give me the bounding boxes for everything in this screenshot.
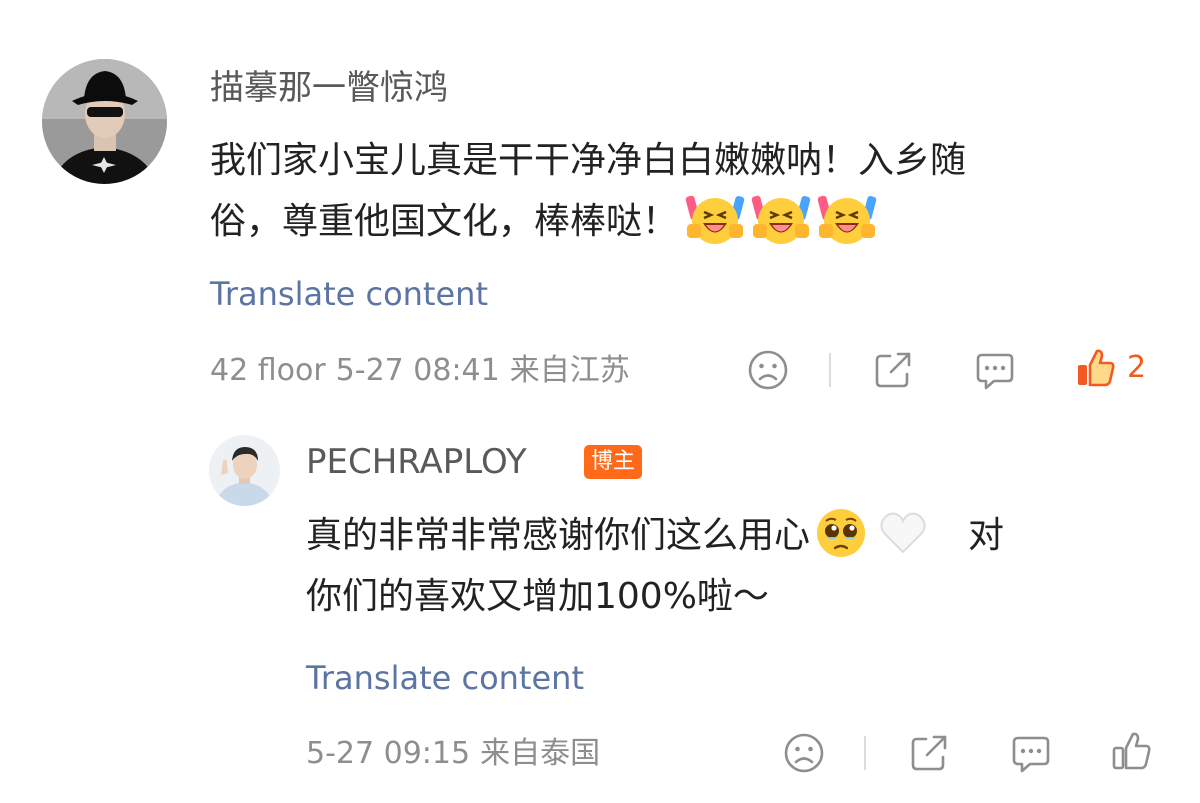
avatar[interactable]	[209, 435, 280, 506]
sad-face-icon	[748, 350, 788, 390]
reply-username[interactable]: PECHRAPLOY	[306, 442, 527, 482]
white-heart-emoji	[878, 508, 928, 558]
laughing-crying-emoji	[816, 190, 878, 248]
reply-meta: 5-27 09:15 来自泰国	[306, 736, 600, 772]
comment-icon	[976, 353, 1014, 390]
thumbs-up-icon	[1112, 732, 1151, 770]
weibo-comment-thread: 描摹那一瞥惊鸿 我们家小宝儿真是干干净净白白嫩嫩呐！入乡随 俗，尊重他国文化，棒…	[0, 0, 1200, 803]
like-count: 2	[1127, 350, 1147, 385]
pleading-face-emoji	[814, 506, 868, 560]
reply-text-line2: 你们的喜欢又增加100%啦～	[306, 576, 769, 617]
translate-content-link[interactable]: Translate content	[210, 274, 488, 314]
comment-meta: 42 floor 5-27 08:41 来自江苏	[210, 353, 630, 389]
avatar[interactable]	[42, 59, 167, 184]
like-button[interactable]: 2	[1075, 347, 1146, 389]
location: 来自江苏	[509, 353, 630, 388]
laughing-crying-emoji	[684, 190, 746, 248]
comment-button[interactable]	[1010, 734, 1052, 774]
comment-text-line2: 俗，尊重他国文化，棒棒哒！	[210, 191, 1170, 252]
author-badge: 博主	[584, 445, 643, 479]
thumbs-up-icon	[1078, 349, 1115, 387]
timestamp: 5-27 08:41	[335, 353, 500, 388]
divider	[829, 353, 831, 387]
location: 来自泰国	[480, 736, 601, 771]
comment-username[interactable]: 描摹那一瞥惊鸿	[210, 68, 448, 108]
comment-text-line1: 我们家小宝儿真是干干净净白白嫩嫩呐！入乡随	[210, 140, 967, 181]
reply-text-line1: 真的非常非常感谢你们这么用心 对	[306, 505, 1166, 566]
react-button[interactable]	[747, 349, 789, 391]
comment-content: 我们家小宝儿真是干干净净白白嫩嫩呐！入乡随 俗，尊重他国文化，棒棒哒！	[210, 130, 1170, 252]
share-icon	[911, 735, 947, 771]
comment-text-line2-text: 俗，尊重他国文化，棒棒哒！	[210, 201, 679, 242]
reply-text-line1-part2: 对	[968, 515, 1005, 556]
comment-button[interactable]	[974, 351, 1016, 391]
like-button[interactable]	[1111, 730, 1153, 772]
share-icon	[875, 352, 911, 388]
share-button[interactable]	[909, 733, 951, 773]
sad-face-icon	[784, 733, 824, 773]
floor-label: 42 floor	[210, 353, 326, 388]
share-button[interactable]	[873, 350, 915, 390]
divider	[864, 736, 866, 770]
comment-icon	[1012, 736, 1050, 773]
reply-content: 真的非常非常感谢你们这么用心 对 你们的喜欢又增加100%啦～	[306, 505, 1166, 627]
laughing-crying-emoji	[750, 190, 812, 248]
timestamp: 5-27 09:15	[306, 736, 471, 771]
reply-text-line1-part1: 真的非常非常感谢你们这么用心	[306, 515, 811, 556]
react-button[interactable]	[783, 732, 825, 774]
translate-content-link[interactable]: Translate content	[306, 658, 584, 698]
